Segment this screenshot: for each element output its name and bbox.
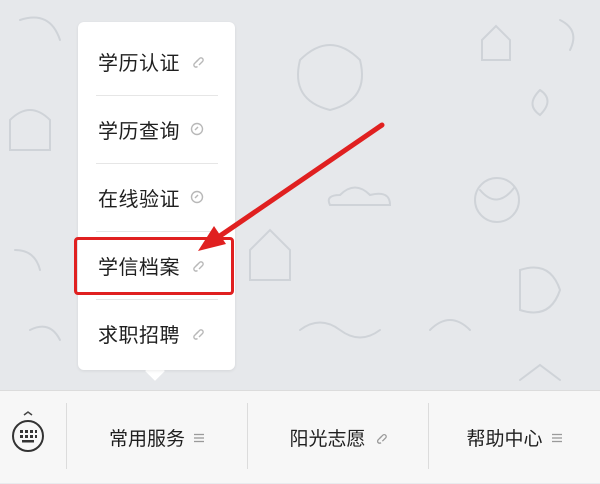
bottom-menu-bar: 常用服务 阳光志愿 帮助中心 <box>0 390 600 483</box>
link-icon <box>190 122 204 136</box>
tab-sunshine-volunteer[interactable]: 阳光志愿 <box>248 391 428 484</box>
tab-common-services[interactable]: 常用服务 <box>67 391 247 484</box>
menu-item-job-recruitment[interactable]: 求职招聘 <box>98 300 218 366</box>
service-submenu: 学历认证 学历查询 在线验证 学信档案 求职招聘 <box>78 22 235 370</box>
link-icon <box>193 57 204 68</box>
menu-item-label: 求职招聘 <box>98 322 180 347</box>
link-icon <box>374 431 387 444</box>
link-icon <box>193 329 204 340</box>
menu-item-online-verification[interactable]: 在线验证 <box>98 164 218 230</box>
menu-item-label: 学历查询 <box>98 118 180 143</box>
tab-label: 阳光志愿 <box>289 428 366 450</box>
link-icon <box>190 190 204 204</box>
tab-help-center[interactable]: 帮助中心 <box>429 391 600 484</box>
keyboard-icon <box>12 411 44 452</box>
keyboard-toggle-button[interactable] <box>8 411 48 457</box>
tab-label: 常用服务 <box>108 428 185 450</box>
menu-item-label: 学历认证 <box>98 50 180 75</box>
menu-lines-icon <box>551 433 563 443</box>
menu-item-label: 在线验证 <box>98 186 180 211</box>
menu-item-education-query[interactable]: 学历查询 <box>98 96 218 162</box>
menu-item-education-certification[interactable]: 学历认证 <box>98 28 218 94</box>
highlight-box <box>74 237 234 295</box>
tab-label: 帮助中心 <box>466 428 543 450</box>
menu-lines-icon <box>193 433 205 443</box>
